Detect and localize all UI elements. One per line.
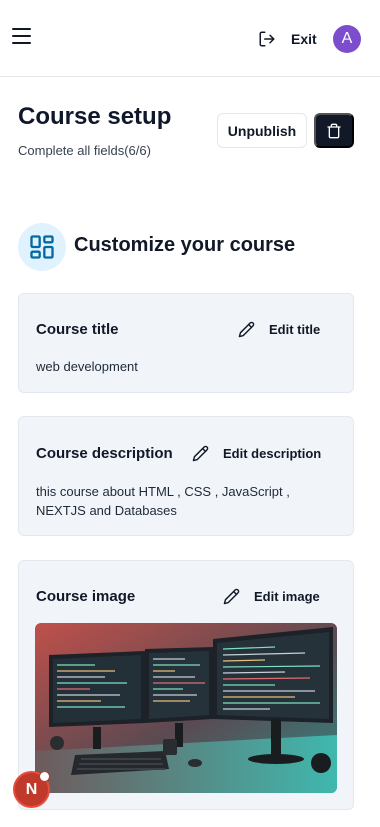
course-image — [35, 623, 337, 793]
delete-course-button[interactable] — [314, 113, 354, 148]
section-icon-badge — [18, 223, 66, 271]
notification-badge-letter: N — [25, 780, 38, 798]
course-image-label: Course image — [36, 588, 136, 605]
course-description-card: Course description Edit description this… — [18, 416, 354, 536]
exit-label: Exit — [291, 31, 317, 47]
edit-title-label: Edit title — [269, 322, 321, 337]
course-title-value: web development — [36, 359, 138, 374]
unpublish-button[interactable]: Unpublish — [217, 113, 307, 148]
edit-image-button[interactable]: Edit image — [223, 588, 320, 605]
completion-status: Complete all fields(6/6) — [18, 143, 151, 158]
pencil-icon — [238, 321, 255, 338]
layout-dashboard-icon — [30, 235, 54, 259]
exit-button[interactable]: Exit — [258, 27, 317, 51]
notification-badge[interactable]: N — [13, 771, 50, 808]
course-title-card: Course title Edit title web development — [18, 293, 354, 393]
edit-description-label: Edit description — [223, 446, 322, 461]
trash-icon — [327, 123, 341, 138]
edit-title-button[interactable]: Edit title — [238, 321, 320, 338]
edit-image-label: Edit image — [254, 589, 320, 604]
pencil-icon — [192, 445, 209, 462]
hamburger-menu-icon[interactable] — [12, 28, 34, 48]
section-title: Customize your course — [74, 234, 296, 256]
log-out-icon — [259, 31, 275, 47]
top-bar: Exit A — [0, 0, 380, 77]
course-image-card: Course image Edit image — [18, 560, 354, 810]
course-image-illustration — [35, 623, 337, 793]
course-description-label: Course description — [36, 445, 173, 462]
pencil-icon — [223, 588, 240, 605]
user-avatar[interactable]: A — [333, 25, 361, 53]
edit-description-button[interactable]: Edit description — [192, 445, 321, 462]
course-title-label: Course title — [36, 321, 119, 338]
course-description-value: this course about HTML , CSS , JavaScrip… — [36, 484, 290, 518]
page-title: Course setup — [18, 103, 172, 130]
notification-dot — [39, 771, 50, 782]
